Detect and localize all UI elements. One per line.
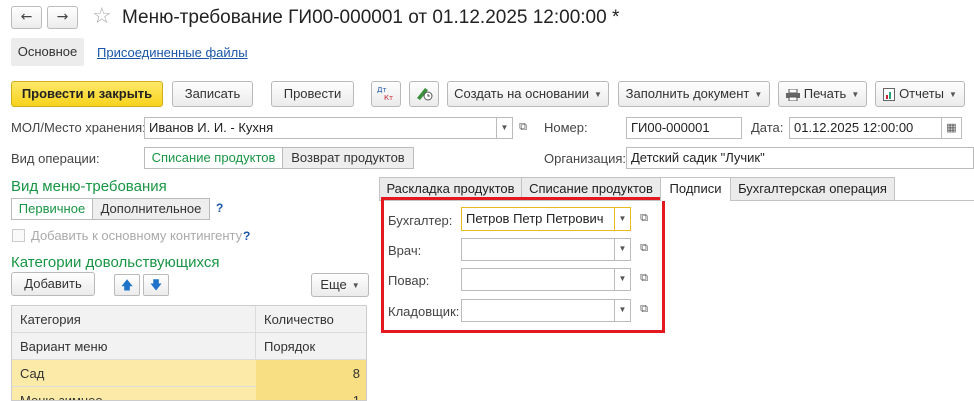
caret-down-icon: ▼ [351,280,360,290]
add-button[interactable]: Добавить [11,272,95,296]
number-field[interactable]: ГИ00-000001 [626,117,742,139]
caret-down-icon: ▼ [851,89,860,99]
caret-down-icon: ▼ [593,89,602,99]
create-based-on-button[interactable]: Создать на основании ▼ [447,81,609,107]
menu-type-additional[interactable]: Дополнительное [92,198,210,220]
mol-field[interactable]: Иванов И. И. - Кухня [144,117,497,139]
move-down-button[interactable]: 🡇 [143,274,169,296]
forward-button[interactable]: → [47,6,78,29]
category-cell: Сад [20,366,45,381]
caret-down-icon: ▼ [949,89,957,99]
svg-text:Кт: Кт [384,94,393,102]
tab-main[interactable]: Основное [11,38,84,66]
svg-text:Дт: Дт [377,86,387,94]
caret-down-icon: ▼ [754,89,763,99]
pencil-clock-icon [417,88,433,101]
table-row[interactable]: Меню зимнее 1 [12,387,366,401]
add-contingent-checkbox[interactable] [12,229,25,242]
menu-type-title: Вид меню-требования [11,178,167,195]
table-row[interactable]: Сад 8 [12,360,366,387]
order-cell: 1 [256,387,366,400]
highlight-box [381,197,665,333]
favorite-star-icon[interactable]: ☆ [92,4,112,29]
column-header[interactable]: Категория [12,306,256,333]
reports-button[interactable]: Отчеты ▼ [875,81,965,107]
calendar-icon[interactable]: ▦ [942,117,962,139]
printer-icon [785,88,800,102]
open-icon[interactable]: ⧉ [513,117,533,139]
arrow-up-icon: 🡅 [120,278,134,292]
post-button[interactable]: Провести [271,81,354,107]
fill-document-button[interactable]: Заполнить документ ▼ [618,81,770,107]
help-icon[interactable]: ? [243,229,250,243]
categories-table: Категория Количество Вариант меню Порядо… [11,305,367,401]
print-button[interactable]: Печать ▼ [778,81,867,107]
table-header-row: Категория Количество [12,306,366,333]
dt-kt-icon: ДтКт [377,86,393,102]
tab-signatures[interactable]: Подписи [660,177,731,201]
column-header[interactable]: Вариант меню [12,333,256,360]
organization-field[interactable]: Детский садик "Лучик" [626,147,974,169]
save-button[interactable]: Записать [172,81,253,107]
operation-write-off[interactable]: Списание продуктов [144,147,283,169]
operation-return[interactable]: Возврат продуктов [282,147,414,169]
tab-accounting-operation[interactable]: Бухгалтерская операция [730,177,895,200]
add-contingent-label: Добавить к основному контингенту [31,228,243,243]
menu-variant-cell: Меню зимнее [20,393,103,401]
date-label: Дата: [751,120,784,135]
back-button[interactable]: ← [11,6,42,29]
report-icon [883,88,896,102]
move-up-button[interactable]: 🡅 [114,274,140,296]
categories-title: Категории довольствующихся [11,254,220,271]
mol-dropdown-icon[interactable]: ▼ [497,117,513,139]
attached-files-link[interactable]: Присоединенные файлы [97,45,248,60]
number-label: Номер: [544,120,588,135]
page-title: Меню-требование ГИ00-000001 от 01.12.202… [122,7,620,28]
help-icon[interactable]: ? [216,201,223,215]
mol-label: МОЛ/Место хранения: [11,120,146,135]
column-header[interactable]: Количество [256,306,366,333]
arrow-down-icon: 🡇 [149,278,163,292]
arrow-left-icon: ← [20,9,33,25]
quantity-cell: 8 [256,360,366,387]
date-field[interactable]: 01.12.2025 12:00:00 [789,117,942,139]
organization-label: Организация: [544,151,627,166]
menu-type-primary[interactable]: Первичное [11,198,93,220]
dt-kt-button[interactable]: Дт Кт [371,81,401,107]
more-button[interactable]: Еще ▼ [311,273,369,297]
table-header-row: Вариант меню Порядок [12,333,366,360]
post-and-close-button[interactable]: Провести и закрыть [11,81,163,107]
operation-label: Вид операции: [11,151,100,166]
arrow-right-icon: → [56,9,69,25]
column-header[interactable]: Порядок [256,333,366,360]
structure-button[interactable] [409,81,439,107]
